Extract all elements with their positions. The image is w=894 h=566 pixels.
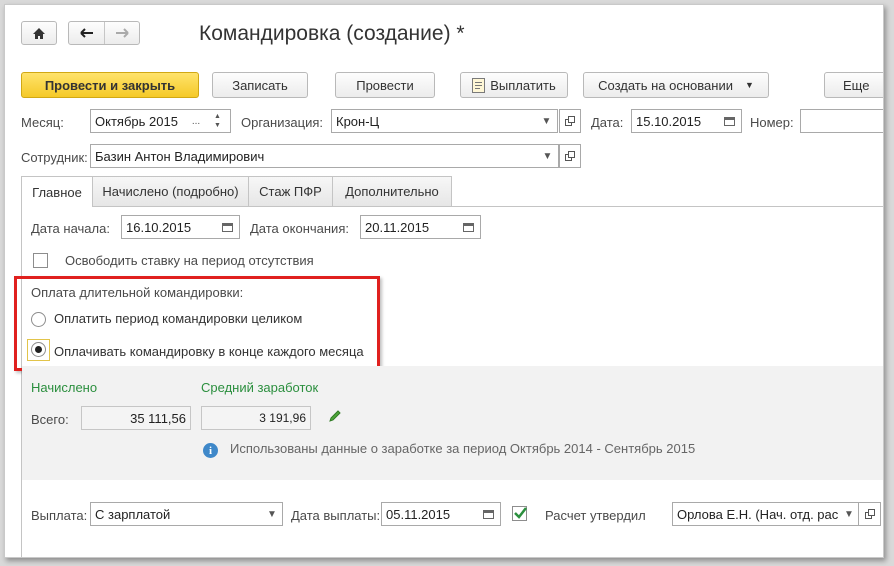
nav-buttons bbox=[68, 21, 140, 45]
payout-date-calendar-button[interactable] bbox=[477, 502, 501, 526]
free-rate-label: Освободить ставку на период отсутствия bbox=[65, 253, 314, 268]
tab-pfr-experience[interactable]: Стаж ПФР bbox=[248, 176, 333, 206]
forward-button[interactable] bbox=[105, 22, 139, 44]
tab-main[interactable]: Главное bbox=[21, 176, 93, 207]
create-based-on-label: Создать на основании bbox=[598, 77, 733, 93]
average-earnings-title: Средний заработок bbox=[201, 380, 319, 395]
home-button[interactable] bbox=[21, 21, 57, 45]
pay-button[interactable]: Выплатить bbox=[460, 72, 568, 98]
dropdown-arrow-icon: ▼ bbox=[744, 80, 754, 90]
document-window: Командировка (создание) * Провести и зак… bbox=[4, 4, 884, 558]
create-based-on-button[interactable]: Создать на основании ▼ bbox=[583, 72, 769, 98]
approved-label: Расчет утвердил bbox=[545, 508, 646, 523]
employee-open-button[interactable] bbox=[559, 144, 581, 168]
window-title: Командировка (создание) * bbox=[199, 22, 465, 45]
save-button[interactable]: Записать bbox=[212, 72, 308, 98]
checkmark-icon bbox=[514, 507, 527, 519]
date-label: Дата: bbox=[591, 115, 624, 130]
total-value: 35 111,56 bbox=[81, 406, 191, 430]
end-date-field[interactable]: 20.11.2015 bbox=[360, 215, 458, 239]
free-rate-checkbox[interactable] bbox=[33, 253, 48, 268]
back-button[interactable] bbox=[69, 22, 105, 44]
payout-dropdown-button[interactable]: ▼ bbox=[262, 502, 283, 526]
month-field[interactable]: Октябрь 2015 bbox=[90, 109, 188, 133]
tab-bar: Главное Начислено (подробно) Стаж ПФР До… bbox=[21, 176, 883, 207]
open-form-icon bbox=[565, 116, 575, 126]
approved-checkbox[interactable] bbox=[512, 506, 527, 521]
calendar-icon bbox=[483, 509, 494, 519]
spin-up-icon[interactable]: ▲ bbox=[214, 112, 221, 121]
earnings-period-info: Использованы данные о заработке за перио… bbox=[230, 441, 696, 456]
approver-field[interactable]: Орлова Е.Н. (Нач. отд. рас bbox=[672, 502, 841, 526]
payout-field[interactable]: С зарплатой bbox=[90, 502, 263, 526]
approver-open-button[interactable] bbox=[859, 502, 881, 526]
tab-accrued-detailed[interactable]: Начислено (подробно) bbox=[92, 176, 249, 206]
edit-average-earnings-button[interactable] bbox=[328, 409, 346, 427]
highlight-frame bbox=[14, 276, 380, 371]
employee-field[interactable]: Базин Антон Владимирович bbox=[90, 144, 538, 168]
open-form-icon bbox=[864, 509, 875, 519]
document-pay-icon bbox=[472, 77, 486, 93]
total-label: Всего: bbox=[31, 412, 69, 427]
number-field[interactable] bbox=[800, 109, 883, 133]
calendar-icon bbox=[724, 116, 735, 126]
post-and-close-button[interactable]: Провести и закрыть bbox=[21, 72, 199, 98]
post-button[interactable]: Провести bbox=[335, 72, 435, 98]
organization-dropdown-button[interactable]: ▼ bbox=[536, 109, 558, 133]
open-form-icon bbox=[565, 151, 575, 161]
number-label: Номер: bbox=[750, 115, 794, 130]
calendar-icon bbox=[222, 222, 233, 232]
average-earnings-value: 3 191,96 bbox=[201, 406, 311, 430]
start-date-calendar-button[interactable] bbox=[216, 215, 240, 239]
payout-date-label: Дата выплаты: bbox=[291, 508, 381, 523]
month-spinner[interactable]: ▲ ▼ bbox=[205, 109, 231, 133]
info-icon: i bbox=[203, 443, 218, 458]
arrow-right-icon bbox=[116, 28, 129, 38]
start-date-field[interactable]: 16.10.2015 bbox=[121, 215, 217, 239]
accrued-title: Начислено bbox=[31, 380, 98, 395]
arrow-left-icon bbox=[79, 28, 93, 38]
spin-down-icon[interactable]: ▼ bbox=[214, 121, 221, 130]
date-calendar-button[interactable] bbox=[718, 109, 742, 133]
date-field[interactable]: 15.10.2015 bbox=[631, 109, 719, 133]
pencil-icon bbox=[329, 410, 341, 422]
employee-label: Сотрудник: bbox=[21, 150, 88, 165]
end-date-label: Дата окончания: bbox=[250, 221, 349, 236]
approver-dropdown-button[interactable]: ▼ bbox=[840, 502, 859, 526]
more-button[interactable]: Еще bbox=[824, 72, 883, 98]
month-label: Месяц: bbox=[21, 115, 64, 130]
pay-button-label: Выплатить bbox=[490, 77, 556, 93]
employee-dropdown-button[interactable]: ▼ bbox=[537, 144, 559, 168]
payout-date-field[interactable]: 05.11.2015 bbox=[381, 502, 478, 526]
month-select-button[interactable]: ... bbox=[187, 109, 206, 133]
home-icon bbox=[33, 27, 45, 39]
more-label: Еще bbox=[843, 77, 870, 93]
organization-open-button[interactable] bbox=[559, 109, 581, 133]
organization-field[interactable]: Крон-Ц bbox=[331, 109, 537, 133]
tab-additional[interactable]: Дополнительно bbox=[332, 176, 452, 206]
calendar-icon bbox=[463, 222, 474, 232]
end-date-calendar-button[interactable] bbox=[457, 215, 481, 239]
organization-label: Организация: bbox=[241, 115, 324, 130]
start-date-label: Дата начала: bbox=[31, 221, 110, 236]
payout-label: Выплата: bbox=[31, 508, 88, 523]
